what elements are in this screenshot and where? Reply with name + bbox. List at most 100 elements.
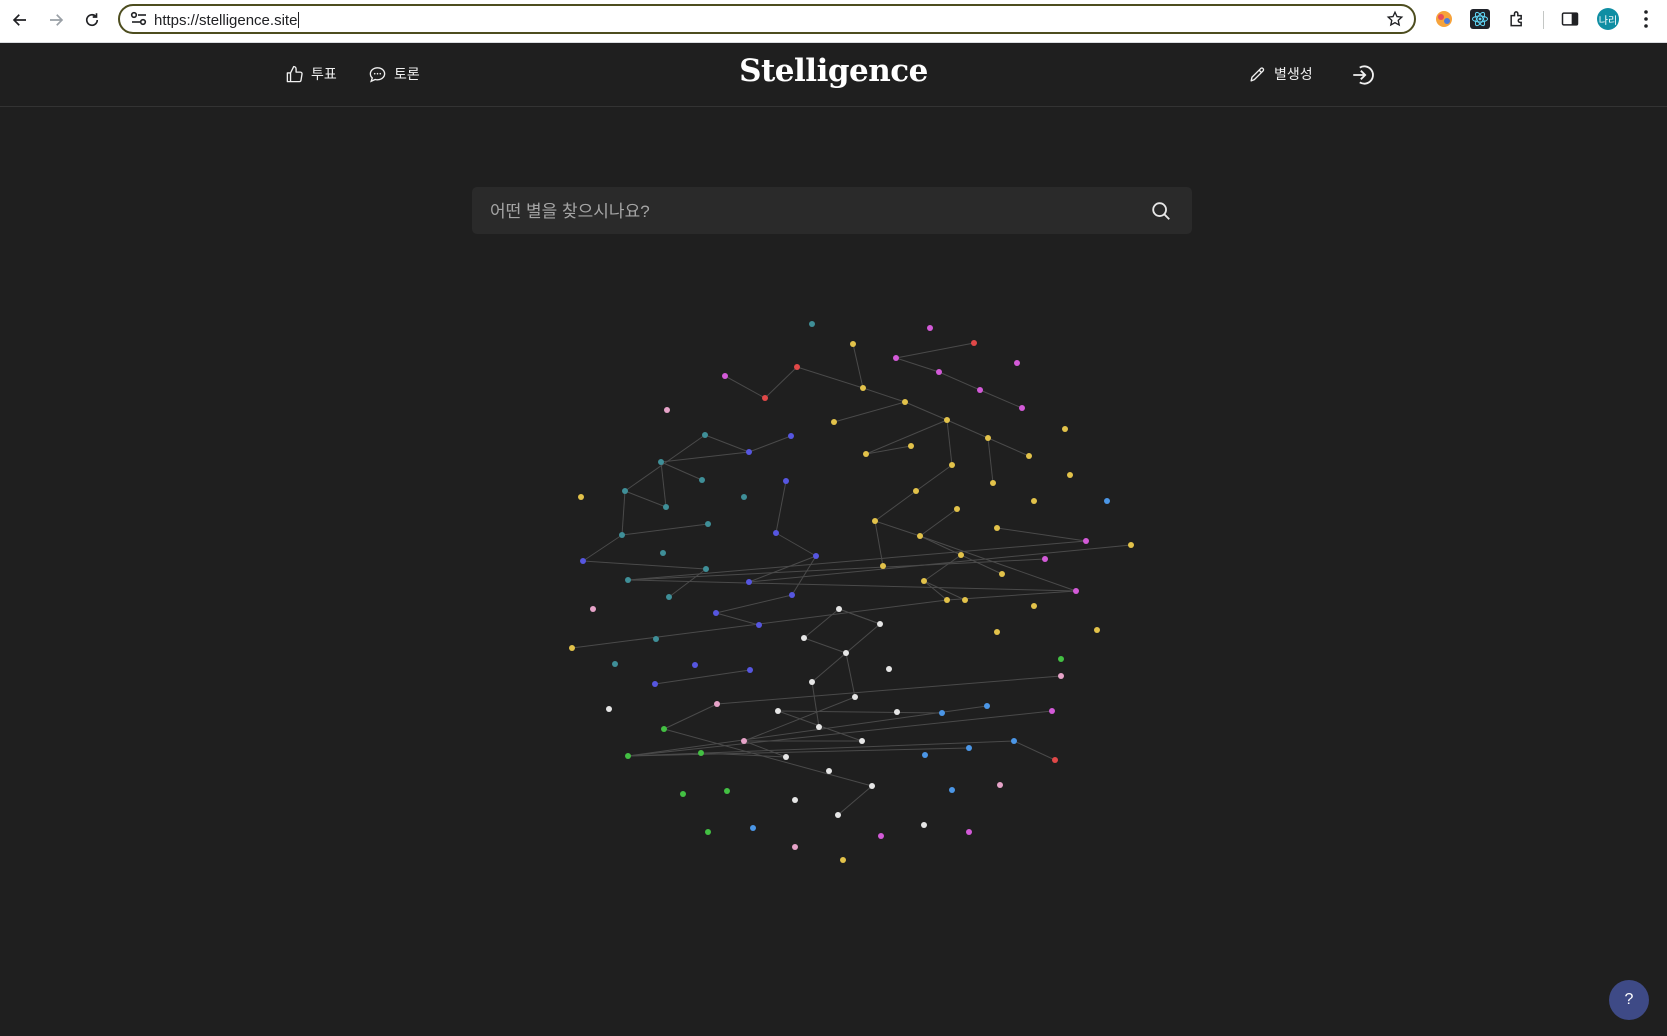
bookmark-star-icon[interactable] xyxy=(1386,10,1404,28)
star-node[interactable] xyxy=(1058,656,1064,662)
star-node[interactable] xyxy=(580,558,586,564)
star-node[interactable] xyxy=(1031,603,1037,609)
star-node[interactable] xyxy=(863,451,869,457)
star-node[interactable] xyxy=(1042,556,1048,562)
star-node[interactable] xyxy=(1073,588,1079,594)
star-node[interactable] xyxy=(971,340,977,346)
star-node[interactable] xyxy=(944,417,950,423)
star-node[interactable] xyxy=(877,621,883,627)
star-node[interactable] xyxy=(1083,538,1089,544)
star-node[interactable] xyxy=(660,550,666,556)
star-node[interactable] xyxy=(869,783,875,789)
star-node[interactable] xyxy=(741,738,747,744)
star-node[interactable] xyxy=(1128,542,1134,548)
star-node[interactable] xyxy=(702,432,708,438)
star-node[interactable] xyxy=(917,533,923,539)
star-node[interactable] xyxy=(1049,708,1055,714)
back-button[interactable] xyxy=(7,7,33,33)
star-node[interactable] xyxy=(663,504,669,510)
star-node[interactable] xyxy=(590,606,596,612)
star-node[interactable] xyxy=(813,553,819,559)
star-node[interactable] xyxy=(872,518,878,524)
star-node[interactable] xyxy=(997,782,1003,788)
star-node[interactable] xyxy=(722,373,728,379)
search-input[interactable] xyxy=(488,187,1132,236)
address-bar[interactable]: https://stelligence.site xyxy=(118,4,1416,34)
star-node[interactable] xyxy=(746,579,752,585)
star-node[interactable] xyxy=(908,443,914,449)
star-node[interactable] xyxy=(569,645,575,651)
star-node[interactable] xyxy=(922,752,928,758)
star-node[interactable] xyxy=(966,745,972,751)
browser-menu-icon[interactable] xyxy=(1636,8,1656,30)
site-settings-icon[interactable] xyxy=(130,11,148,27)
star-node[interactable] xyxy=(1067,472,1073,478)
star-node[interactable] xyxy=(878,833,884,839)
star-node[interactable] xyxy=(1019,405,1025,411)
star-node[interactable] xyxy=(835,812,841,818)
star-node[interactable] xyxy=(747,667,753,673)
star-node[interactable] xyxy=(724,788,730,794)
star-node[interactable] xyxy=(625,753,631,759)
side-panel-icon[interactable] xyxy=(1560,9,1580,29)
star-node[interactable] xyxy=(1014,360,1020,366)
star-node[interactable] xyxy=(661,726,667,732)
star-node[interactable] xyxy=(836,606,842,612)
create-star-button[interactable]: 별생성 xyxy=(1248,64,1313,84)
star-node[interactable] xyxy=(949,787,955,793)
star-node[interactable] xyxy=(1094,627,1100,633)
star-node[interactable] xyxy=(746,449,752,455)
star-node[interactable] xyxy=(994,525,1000,531)
star-node[interactable] xyxy=(1104,498,1110,504)
star-node[interactable] xyxy=(816,724,822,730)
star-node[interactable] xyxy=(666,594,672,600)
star-node[interactable] xyxy=(612,661,618,667)
star-node[interactable] xyxy=(713,610,719,616)
star-node[interactable] xyxy=(606,706,612,712)
star-node[interactable] xyxy=(921,578,927,584)
star-node[interactable] xyxy=(1031,498,1037,504)
star-node[interactable] xyxy=(826,768,832,774)
forward-button[interactable] xyxy=(43,7,69,33)
star-node[interactable] xyxy=(840,857,846,863)
star-node[interactable] xyxy=(762,395,768,401)
star-node[interactable] xyxy=(1026,453,1032,459)
star-node[interactable] xyxy=(741,494,747,500)
reload-button[interactable] xyxy=(79,7,105,33)
star-node[interactable] xyxy=(984,703,990,709)
extensions-puzzle-icon[interactable] xyxy=(1507,9,1527,29)
star-node[interactable] xyxy=(809,679,815,685)
star-node[interactable] xyxy=(962,597,968,603)
star-node[interactable] xyxy=(664,407,670,413)
star-node[interactable] xyxy=(902,399,908,405)
star-node[interactable] xyxy=(880,563,886,569)
star-node[interactable] xyxy=(949,462,955,468)
star-node[interactable] xyxy=(652,681,658,687)
star-node[interactable] xyxy=(788,433,794,439)
star-node[interactable] xyxy=(794,364,800,370)
star-node[interactable] xyxy=(852,694,858,700)
star-node[interactable] xyxy=(698,750,704,756)
react-devtools-icon[interactable] xyxy=(1470,9,1490,29)
star-node[interactable] xyxy=(619,532,625,538)
star-node[interactable] xyxy=(1058,673,1064,679)
star-node[interactable] xyxy=(773,530,779,536)
star-node[interactable] xyxy=(921,822,927,828)
star-node[interactable] xyxy=(705,521,711,527)
star-node[interactable] xyxy=(622,488,628,494)
star-node[interactable] xyxy=(1062,426,1068,432)
star-node[interactable] xyxy=(801,635,807,641)
star-node[interactable] xyxy=(775,708,781,714)
profile-avatar[interactable]: 나리 xyxy=(1597,8,1619,30)
star-node[interactable] xyxy=(792,844,798,850)
star-node[interactable] xyxy=(936,369,942,375)
star-node[interactable] xyxy=(966,829,972,835)
logout-icon[interactable] xyxy=(1350,62,1376,88)
star-node[interactable] xyxy=(703,566,709,572)
star-node[interactable] xyxy=(809,321,815,327)
star-node[interactable] xyxy=(578,494,584,500)
star-node[interactable] xyxy=(990,480,996,486)
star-node[interactable] xyxy=(680,791,686,797)
star-node[interactable] xyxy=(985,435,991,441)
star-node[interactable] xyxy=(893,355,899,361)
